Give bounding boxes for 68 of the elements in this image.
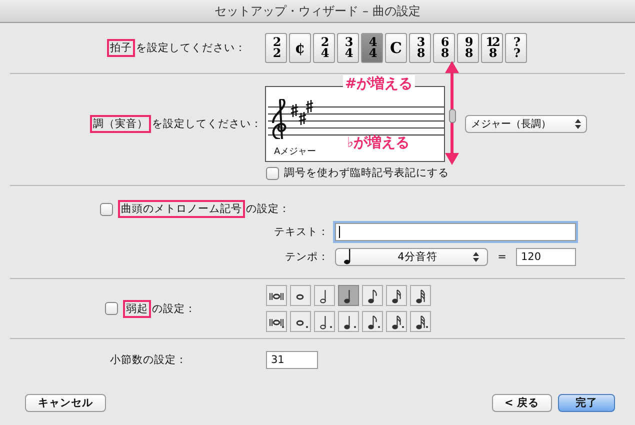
note-value-button[interactable] bbox=[314, 285, 335, 306]
note-value-button[interactable] bbox=[314, 311, 335, 332]
measures-label: 小節数の設定： bbox=[110, 353, 188, 367]
dialog-button[interactable]: キャンセル bbox=[25, 394, 106, 412]
breve-note-icon bbox=[269, 318, 284, 328]
tempo-label: テンポ： bbox=[284, 250, 330, 264]
note-value-button[interactable] bbox=[362, 311, 383, 332]
time-signature-button[interactable]: 9 8 bbox=[457, 33, 479, 63]
note-value-button[interactable] bbox=[338, 285, 359, 306]
pickup-label: 弱起 の設定： bbox=[123, 302, 196, 316]
eighth-note-icon bbox=[368, 289, 376, 303]
breve-note-icon bbox=[269, 292, 283, 300]
time-signature-button[interactable]: 3 4 bbox=[337, 33, 359, 63]
half-note-icon bbox=[320, 289, 326, 303]
time-signature-label: 拍子 を設定してください： bbox=[107, 41, 265, 55]
time-signature-button[interactable]: 3 8 bbox=[409, 33, 431, 63]
whole-note-icon bbox=[296, 320, 308, 328]
chevron-updown-icon bbox=[473, 252, 479, 262]
note-value-button[interactable] bbox=[290, 285, 311, 306]
key-name: Aメジャー bbox=[274, 146, 316, 158]
sixteenth-note-icon bbox=[392, 315, 404, 329]
window-title: セットアップ・ウィザード – 曲の設定 bbox=[214, 2, 420, 20]
note-value-button[interactable] bbox=[290, 311, 311, 332]
checkbox[interactable] bbox=[266, 166, 279, 180]
annotation-text: ♭が増える bbox=[347, 134, 410, 152]
equals-sign: = bbox=[496, 251, 508, 263]
metronome-label: 曲頭のメトロノーム記号 の設定： bbox=[118, 202, 290, 216]
sixteenth-note-icon bbox=[392, 289, 400, 303]
tempo-field[interactable]: 120 bbox=[516, 248, 576, 266]
annotation-text: #が増える bbox=[343, 75, 415, 93]
mode-dropdown[interactable]: メジャー（長調） bbox=[465, 115, 587, 133]
note-value-button[interactable] bbox=[266, 285, 287, 306]
time-signature-button[interactable]: 12 8 bbox=[481, 33, 503, 63]
quarter-note-icon bbox=[344, 289, 350, 303]
thirty-second-note-icon bbox=[416, 289, 424, 303]
note-value-button[interactable] bbox=[362, 285, 383, 306]
text-input-field[interactable] bbox=[335, 223, 576, 241]
time-signature-button[interactable]: ¢ bbox=[289, 33, 311, 63]
time-signature-button[interactable]: 2 4 bbox=[313, 33, 335, 63]
checkbox[interactable] bbox=[105, 302, 118, 315]
note-value-button[interactable] bbox=[410, 311, 431, 332]
measures-field[interactable]: 31 bbox=[266, 351, 318, 369]
dialog-button[interactable]: 完了 bbox=[558, 394, 615, 412]
note-value-button[interactable] bbox=[266, 311, 287, 332]
time-signature-button[interactable]: 2 2 bbox=[265, 33, 287, 63]
time-signature-button[interactable]: ? ? bbox=[505, 33, 527, 63]
half-note-icon bbox=[320, 315, 332, 329]
note-value-button[interactable] bbox=[386, 311, 407, 332]
text-label: テキスト： bbox=[273, 225, 330, 239]
dialog-button[interactable]: < 戻る bbox=[492, 394, 552, 412]
eighth-note-icon bbox=[368, 315, 380, 329]
note-value-button[interactable] bbox=[386, 285, 407, 306]
checkbox-label: 調号を使わず臨時記号表記にする bbox=[284, 166, 449, 180]
chevron-updown-icon bbox=[575, 119, 581, 129]
note-value-dropdown[interactable]: 4分音符 bbox=[335, 248, 488, 266]
checkbox[interactable] bbox=[100, 202, 113, 216]
time-signature-button[interactable]: 4 4 bbox=[361, 33, 383, 63]
slider-handle[interactable] bbox=[449, 109, 456, 123]
note-value-button[interactable] bbox=[338, 311, 359, 332]
time-signature-button[interactable]: C bbox=[385, 33, 407, 63]
whole-note-icon bbox=[296, 294, 304, 300]
key-label: 調（実音） を設定してください： bbox=[90, 117, 265, 131]
quarter-note-icon bbox=[344, 249, 352, 265]
thirty-second-note-icon bbox=[416, 315, 428, 329]
double-arrow-icon bbox=[445, 61, 459, 165]
note-value-button[interactable] bbox=[410, 285, 431, 306]
time-signature-button[interactable]: 6 8 bbox=[433, 33, 455, 63]
quarter-note-icon bbox=[344, 315, 356, 329]
